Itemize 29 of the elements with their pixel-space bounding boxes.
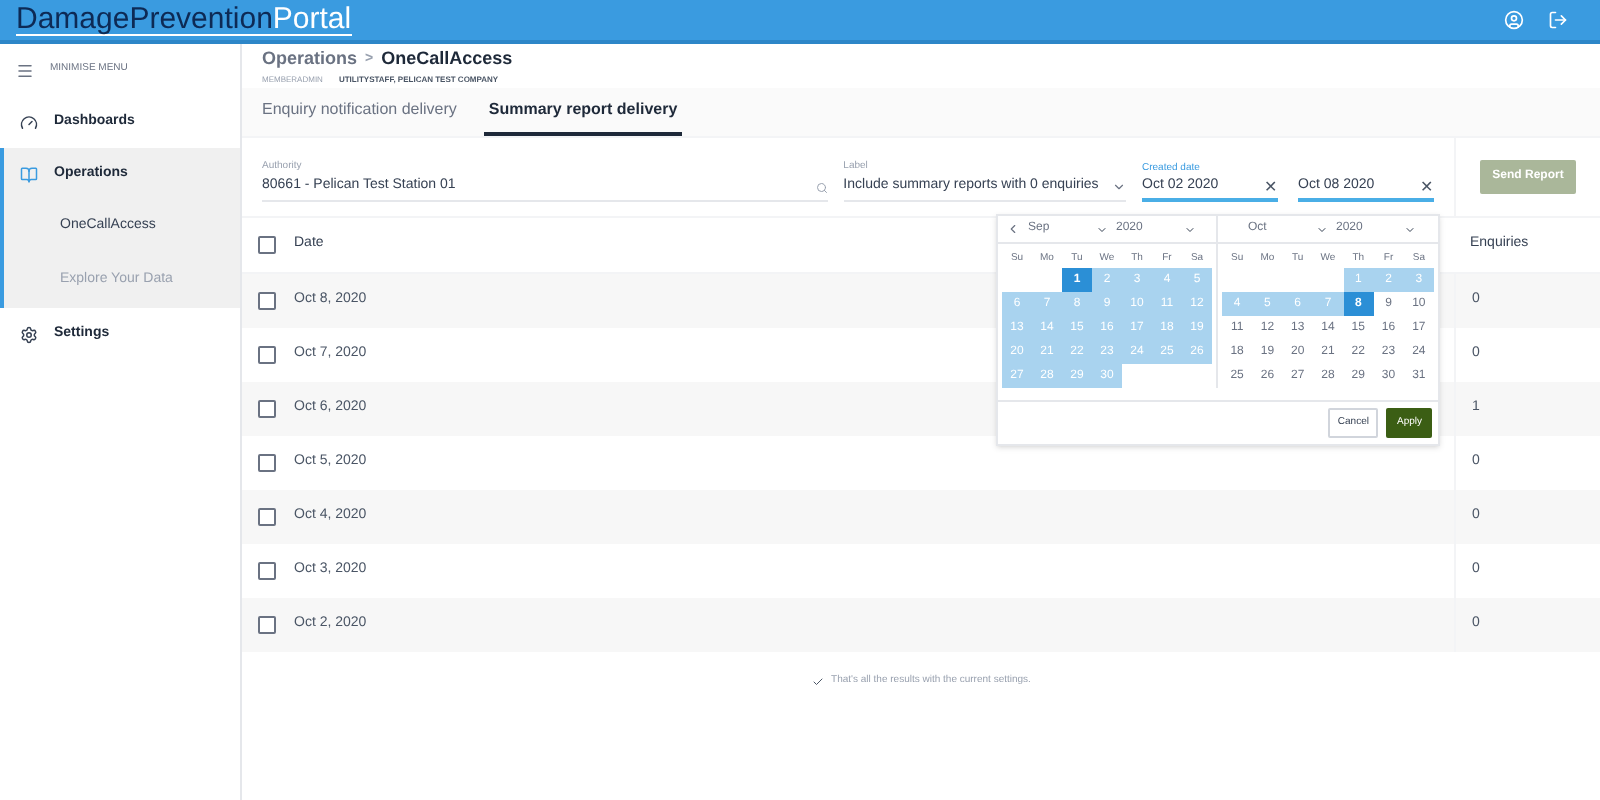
row-checkbox[interactable] <box>258 508 276 526</box>
previous-month-icon[interactable] <box>1006 222 1020 236</box>
tab[interactable]: Summary report delivery <box>484 86 682 136</box>
row-checkbox[interactable] <box>258 292 276 310</box>
gear-icon <box>20 325 38 343</box>
chevron-down-icon <box>1112 180 1126 194</box>
search-icon <box>815 181 828 193</box>
menu-icon <box>16 61 34 79</box>
check-icon <box>811 676 824 688</box>
row-checkbox[interactable] <box>258 400 276 418</box>
chevron-down-icon <box>1404 223 1416 235</box>
chevron-down-icon <box>1316 223 1328 235</box>
chevron-down-icon <box>1184 223 1196 235</box>
breadcrumb-link[interactable]: Operations <box>262 46 358 74</box>
row-checkbox[interactable] <box>258 616 276 634</box>
gauge-icon <box>20 113 38 131</box>
select-all-checkbox[interactable] <box>258 236 276 254</box>
user-icon[interactable] <box>1504 10 1524 30</box>
app-logo[interactable]: DamagePreventionPortal <box>16 4 352 36</box>
chevron-down-icon <box>1096 223 1108 235</box>
book-icon <box>20 165 38 183</box>
logout-icon[interactable] <box>1548 10 1568 30</box>
clear-button[interactable]: ✕ <box>1264 175 1278 199</box>
clear-button[interactable]: ✕ <box>1420 175 1434 199</box>
row-checkbox[interactable] <box>258 346 276 364</box>
row-checkbox[interactable] <box>258 562 276 580</box>
row-checkbox[interactable] <box>258 454 276 472</box>
breadcrumb-current: OneCallAccess <box>381 46 513 73</box>
tab[interactable]: Enquiry notification delivery <box>258 86 461 136</box>
